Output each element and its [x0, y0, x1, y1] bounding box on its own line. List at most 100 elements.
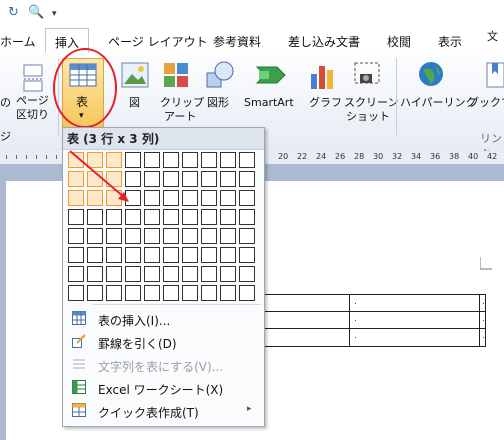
- grid-cell[interactable]: [163, 247, 179, 263]
- grid-cell[interactable]: [201, 171, 217, 187]
- grid-cell[interactable]: [106, 266, 122, 282]
- grid-cell[interactable]: [106, 209, 122, 225]
- grid-cell[interactable]: [106, 247, 122, 263]
- grid-cell[interactable]: [220, 190, 236, 206]
- grid-cell[interactable]: [87, 247, 103, 263]
- cell-mark: .: [482, 331, 485, 341]
- hyperlink-button[interactable]: ハイパーリンク: [400, 96, 477, 110]
- tab-references[interactable]: 参考資料: [213, 33, 261, 50]
- ruler-tick-mark: [16, 155, 17, 159]
- clipart-button[interactable]: クリップ アート: [156, 94, 204, 124]
- chart-button[interactable]: グラフ: [309, 96, 342, 110]
- grid-cell[interactable]: [87, 209, 103, 225]
- grid-cell[interactable]: [68, 228, 84, 244]
- grid-cell[interactable]: [201, 152, 217, 168]
- grid-cell[interactable]: [220, 228, 236, 244]
- tab-page-layout[interactable]: ページ レイアウト: [108, 33, 208, 50]
- grid-cell[interactable]: [163, 171, 179, 187]
- grid-cell[interactable]: [144, 247, 160, 263]
- grid-cell[interactable]: [68, 209, 84, 225]
- grid-cell[interactable]: [239, 152, 255, 168]
- grid-cell[interactable]: [163, 228, 179, 244]
- grid-cell[interactable]: [239, 228, 255, 244]
- grid-cell[interactable]: [182, 190, 198, 206]
- tab-mailings[interactable]: 差し込み文書: [288, 33, 360, 50]
- grid-cell[interactable]: [201, 247, 217, 263]
- document-table[interactable]: . . . . . .: [262, 294, 486, 347]
- menu-item-quick-tables[interactable]: クイック表作成(T) ▸: [63, 400, 262, 422]
- grid-cell[interactable]: [239, 171, 255, 187]
- grid-cell[interactable]: [239, 285, 255, 301]
- grid-cell[interactable]: [182, 171, 198, 187]
- grid-cell[interactable]: [220, 171, 236, 187]
- grid-cell[interactable]: [68, 285, 84, 301]
- grid-cell[interactable]: [144, 152, 160, 168]
- tab-review[interactable]: 校閲: [387, 33, 411, 50]
- grid-cell[interactable]: [106, 285, 122, 301]
- grid-cell[interactable]: [68, 247, 84, 263]
- red-arrow-annotation: [69, 150, 129, 202]
- grid-cell[interactable]: [220, 247, 236, 263]
- grid-cell[interactable]: [182, 266, 198, 282]
- grid-cell[interactable]: [220, 285, 236, 301]
- bookmark-button[interactable]: ブックマ: [468, 96, 504, 110]
- menu-item-excel-sheet[interactable]: Excel ワークシート(X): [63, 377, 262, 399]
- redo-icon[interactable]: ↻: [8, 5, 19, 20]
- grid-cell[interactable]: [163, 285, 179, 301]
- grid-cell[interactable]: [201, 209, 217, 225]
- shapes-button[interactable]: 図形: [207, 96, 229, 110]
- grid-cell[interactable]: [220, 266, 236, 282]
- tab-view[interactable]: 表示: [438, 33, 462, 50]
- grid-cell[interactable]: [182, 285, 198, 301]
- grid-cell[interactable]: [144, 171, 160, 187]
- grid-cell[interactable]: [163, 209, 179, 225]
- grid-cell[interactable]: [182, 247, 198, 263]
- grid-cell[interactable]: [144, 209, 160, 225]
- grid-cell[interactable]: [201, 266, 217, 282]
- grid-cell[interactable]: [182, 209, 198, 225]
- menu-item-label: クイック表作成(T): [98, 406, 199, 420]
- grid-cell[interactable]: [239, 190, 255, 206]
- grid-cell[interactable]: [87, 285, 103, 301]
- tab-home[interactable]: ホーム: [0, 33, 36, 50]
- grid-cell[interactable]: [87, 228, 103, 244]
- screenshot-button[interactable]: スクリーン ショット: [340, 94, 398, 124]
- grid-cell[interactable]: [144, 266, 160, 282]
- page-break-label-2: 区切り: [16, 108, 49, 121]
- ruler-tick-mark: [56, 155, 57, 159]
- grid-cell[interactable]: [239, 209, 255, 225]
- ribbon-separator: [396, 58, 397, 136]
- grid-cell[interactable]: [201, 285, 217, 301]
- grid-cell[interactable]: [163, 190, 179, 206]
- grid-cell[interactable]: [144, 285, 160, 301]
- menu-item-insert-table[interactable]: 表の挿入(I)...: [63, 308, 262, 330]
- grid-cell[interactable]: [125, 285, 141, 301]
- ruler-tick-mark: [26, 155, 27, 159]
- grid-cell[interactable]: [201, 228, 217, 244]
- grid-cell[interactable]: [144, 228, 160, 244]
- ruler-tick-label: 34: [411, 152, 422, 161]
- picture-button[interactable]: 図: [129, 96, 140, 110]
- grid-cell[interactable]: [239, 247, 255, 263]
- grid-cell[interactable]: [68, 266, 84, 282]
- grid-cell[interactable]: [220, 152, 236, 168]
- grid-cell[interactable]: [144, 190, 160, 206]
- print-preview-icon[interactable]: 🔍: [28, 5, 44, 20]
- grid-cell[interactable]: [220, 209, 236, 225]
- grid-cell[interactable]: [163, 266, 179, 282]
- grid-cell[interactable]: [125, 266, 141, 282]
- grid-cell[interactable]: [125, 228, 141, 244]
- grid-cell[interactable]: [239, 266, 255, 282]
- smartart-button[interactable]: SmartArt: [244, 96, 294, 110]
- customize-icon[interactable]: ▾: [52, 9, 57, 19]
- grid-cell[interactable]: [106, 228, 122, 244]
- grid-cell[interactable]: [87, 266, 103, 282]
- menu-item-draw-table[interactable]: 罫線を引く(D): [63, 331, 262, 353]
- page-break-button[interactable]: ページ 区切り: [14, 94, 54, 124]
- grid-cell[interactable]: [182, 152, 198, 168]
- grid-cell[interactable]: [125, 247, 141, 263]
- grid-cell[interactable]: [182, 228, 198, 244]
- grid-cell[interactable]: [163, 152, 179, 168]
- grid-cell[interactable]: [125, 209, 141, 225]
- grid-cell[interactable]: [201, 190, 217, 206]
